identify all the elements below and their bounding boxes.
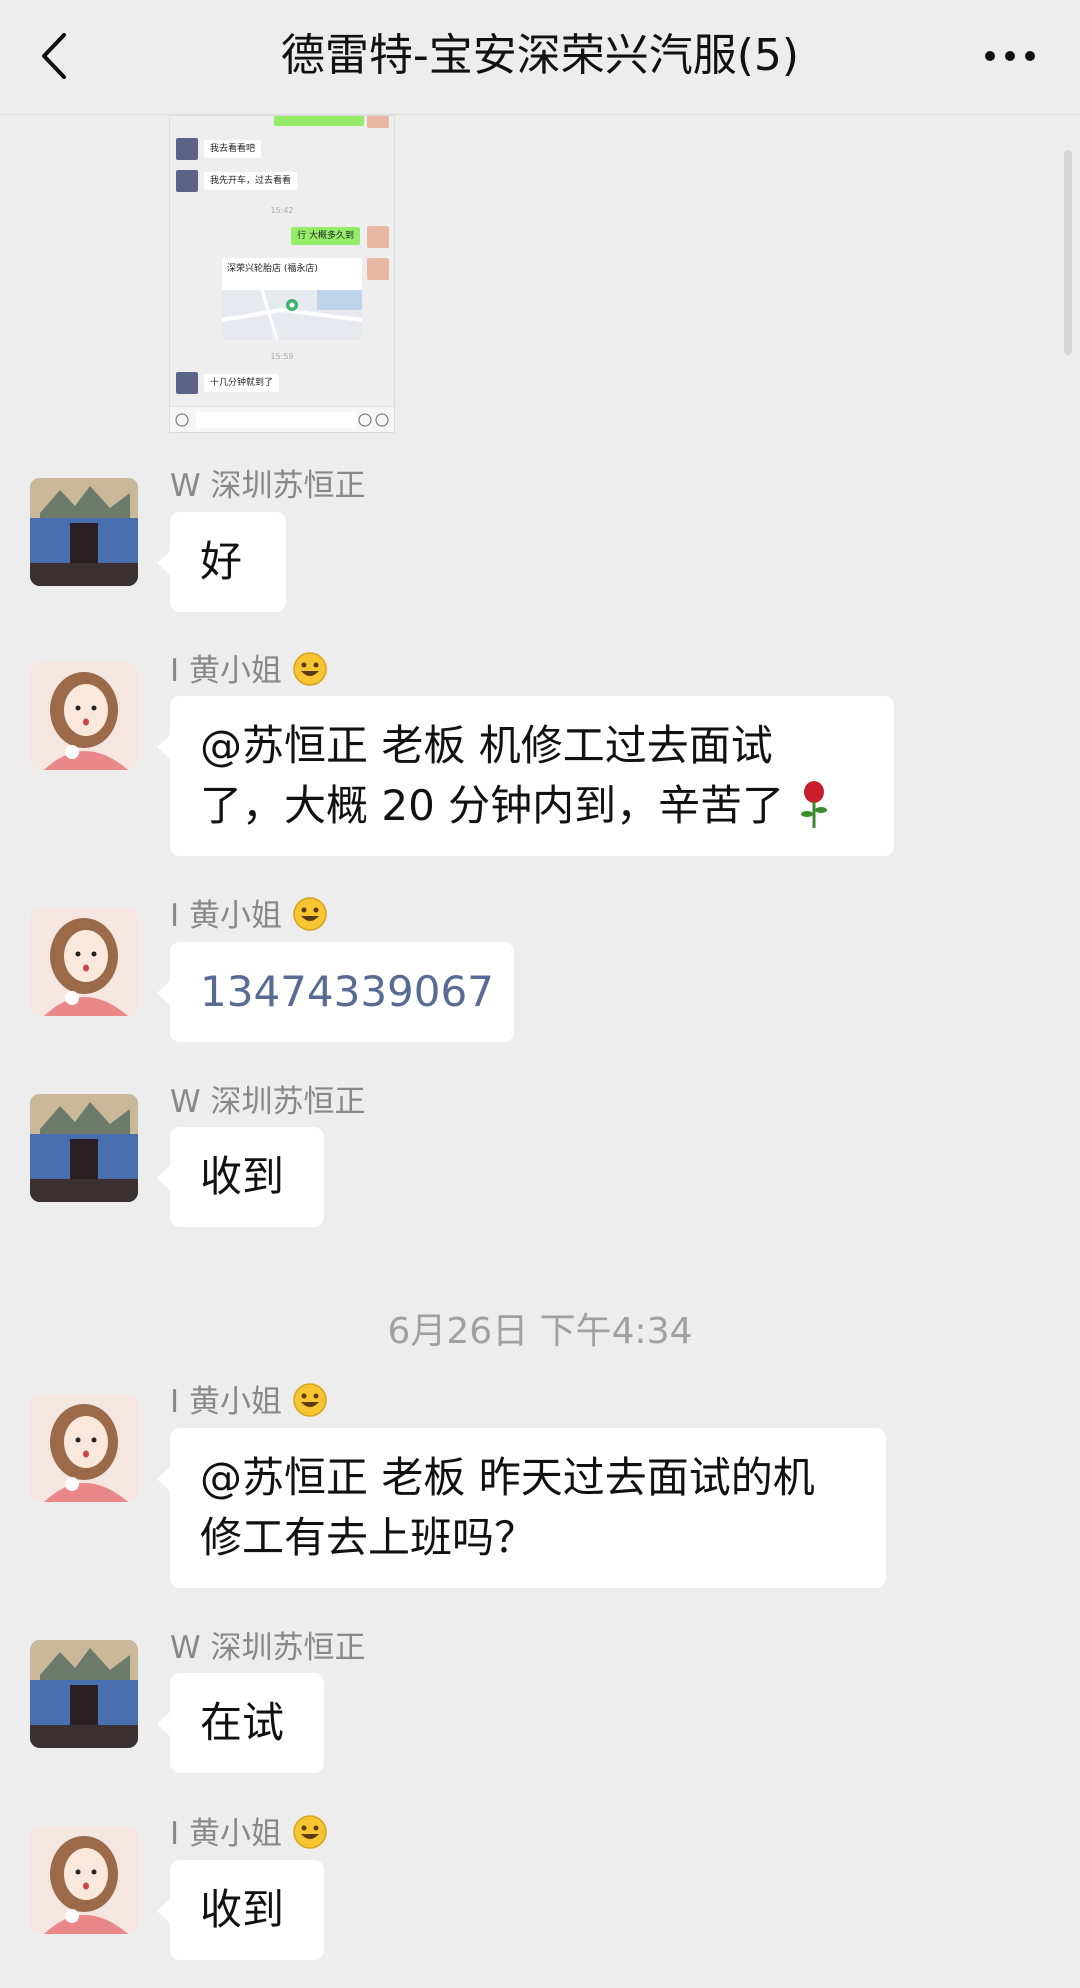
sender-name: I 黄小姐 <box>170 896 328 935</box>
sender-name: W 深圳苏恒正 <box>170 1084 366 1120</box>
mini-map <box>222 289 362 340</box>
avatar[interactable] <box>30 1394 138 1502</box>
mini-avatar <box>176 170 198 192</box>
message-line-with-rose: 了，大概 20 分钟内到，辛苦了 <box>200 776 864 836</box>
avatar[interactable] <box>30 1094 138 1202</box>
mini-location-card: 深荣兴轮胎店 (福永店) <box>222 258 362 340</box>
sender-name: W 深圳苏恒正 <box>170 468 366 504</box>
mini-bubble: 十几分钟就到了 <box>204 374 280 392</box>
message-line: 修工有去上班吗？ <box>200 1513 537 1562</box>
mini-map-graphic <box>222 289 362 340</box>
mini-bubble: 我去看看吧 <box>204 140 262 158</box>
smile-emoji-icon <box>293 1383 327 1417</box>
rose-emoji-icon <box>800 781 827 828</box>
smile-emoji-icon <box>293 897 327 931</box>
mini-avatar <box>176 138 198 160</box>
smile-emoji-icon <box>293 652 327 686</box>
mini-location-title: 深荣兴轮胎店 (福永店) <box>227 264 318 274</box>
sender-name: I 黄小姐 <box>170 1382 328 1421</box>
mini-avatar <box>367 258 389 280</box>
more-dots-icon[interactable] <box>982 43 1038 69</box>
image-message[interactable]: 我去看看吧 我先开车，过去看看 15:42 行 大概多久到 深荣兴轮胎店 (福永… <box>169 115 395 433</box>
mini-input-icons <box>175 412 389 428</box>
message-bubble[interactable]: 好 <box>157 512 286 612</box>
mini-time: 15:59 <box>270 352 294 361</box>
sender-name: I 黄小姐 <box>170 651 328 690</box>
chat-title: 德雷特-宝安深荣兴汽服(5) <box>280 30 800 81</box>
sender-name-text: I 黄小姐 <box>170 898 282 934</box>
message-bubble[interactable]: @苏恒正 老板 昨天过去面试的机 修工有去上班吗？ <box>157 1428 886 1588</box>
avatar[interactable] <box>30 1826 138 1934</box>
sender-name-text: I 黄小姐 <box>170 1384 282 1420</box>
avatar[interactable] <box>30 908 138 1016</box>
sender-name: W 深圳苏恒正 <box>170 1630 366 1666</box>
phone-number-link[interactable]: 13474339067 <box>157 942 514 1042</box>
mini-avatar <box>367 226 389 248</box>
message-line: @苏恒正 老板 机修工过去面试 <box>200 721 773 770</box>
sender-name-text: I 黄小姐 <box>170 653 282 689</box>
message-bubble[interactable]: 收到 <box>157 1127 324 1227</box>
sender-name: I 黄小姐 <box>170 1814 328 1853</box>
timestamp: 6月26日 下午4:34 <box>387 1311 693 1352</box>
message-bubble[interactable]: @苏恒正 老板 机修工过去面试 了，大概 20 分钟内到，辛苦了 <box>157 696 894 856</box>
mini-bubble: 我先开车，过去看看 <box>204 172 298 190</box>
avatar[interactable] <box>30 662 138 770</box>
sender-name-text: I 黄小姐 <box>170 1816 282 1852</box>
smile-emoji-icon <box>293 1815 327 1849</box>
message-line: 了，大概 20 分钟内到，辛苦了 <box>200 781 785 830</box>
message-bubble[interactable]: 收到 <box>157 1860 324 1960</box>
message-bubble[interactable]: 在试 <box>157 1673 324 1773</box>
chat-header: 德雷特-宝安深荣兴汽服(5) <box>0 0 1080 115</box>
chevron-left-icon[interactable] <box>30 25 86 87</box>
mini-bubble <box>274 116 364 126</box>
message-line: @苏恒正 老板 昨天过去面试的机 <box>200 1453 815 1502</box>
avatar[interactable] <box>30 478 138 586</box>
mini-input-bar <box>170 406 394 432</box>
mini-avatar <box>176 372 198 394</box>
mini-time: 15:42 <box>270 206 294 215</box>
mini-bubble: 行 大概多久到 <box>291 227 360 245</box>
mini-avatar <box>367 116 389 128</box>
avatar[interactable] <box>30 1640 138 1748</box>
scrollbar[interactable] <box>1064 150 1072 355</box>
